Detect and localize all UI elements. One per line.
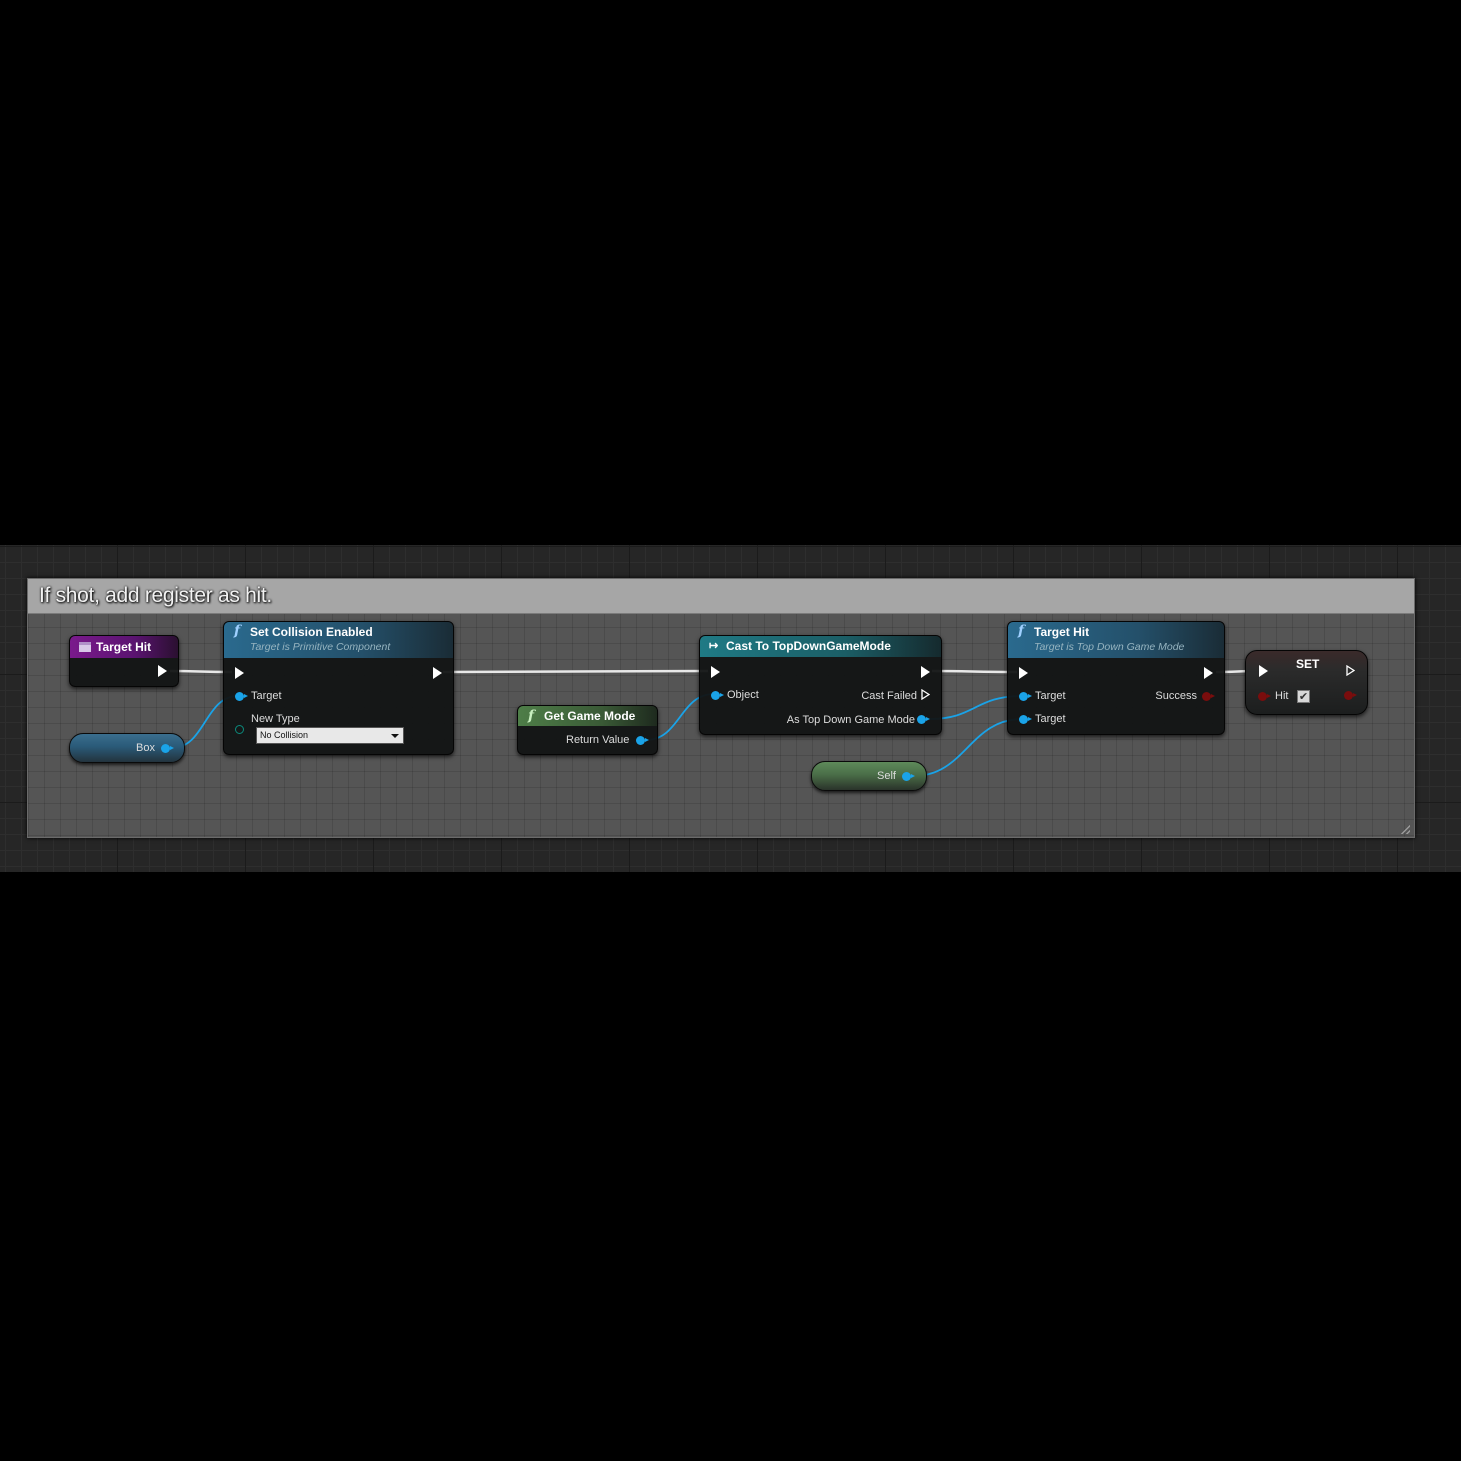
target-pin-label: Target bbox=[251, 690, 282, 702]
new-type-pin-label: New Type bbox=[251, 713, 300, 725]
variable-node-box[interactable]: Box bbox=[69, 733, 185, 763]
cast-node-header: ↦ Cast To TopDownGameMode bbox=[700, 636, 941, 657]
cast-failed-pin[interactable] bbox=[921, 689, 930, 700]
hit-out-pin[interactable] bbox=[1344, 691, 1357, 700]
set-title: SET bbox=[1296, 657, 1320, 671]
exec-out-pin[interactable] bbox=[1204, 667, 1213, 679]
node-title: Set Collision Enabled bbox=[250, 625, 373, 639]
object-pin-label: Object bbox=[727, 689, 759, 701]
function-node-header: f Target Hit Target is Top Down Game Mod… bbox=[1008, 622, 1224, 658]
function-node-header: f Set Collision Enabled Target is Primit… bbox=[224, 622, 453, 658]
as-output-label: As Top Down Game Mode bbox=[786, 714, 915, 726]
success-label: Success bbox=[1155, 690, 1197, 702]
comment-title[interactable]: If shot, add register as hit. bbox=[28, 579, 1414, 614]
node-title: Cast To TopDownGameMode bbox=[726, 639, 891, 653]
event-icon bbox=[79, 642, 91, 652]
exec-out-pin[interactable] bbox=[158, 665, 167, 677]
node-subtitle: Target is Top Down Game Mode bbox=[1034, 641, 1185, 653]
exec-out-pin[interactable] bbox=[433, 667, 442, 679]
as-output-pin[interactable] bbox=[917, 715, 930, 724]
hit-in-pin[interactable] bbox=[1258, 692, 1271, 701]
target-pin-label: Target bbox=[1035, 690, 1066, 702]
function-node-set-collision-enabled[interactable]: f Set Collision Enabled Target is Primit… bbox=[223, 621, 454, 755]
resize-grip-icon[interactable] bbox=[1400, 824, 1410, 834]
exec-in-pin[interactable] bbox=[711, 666, 720, 678]
node-title: Target Hit bbox=[1034, 625, 1090, 639]
exec-out-pin[interactable] bbox=[921, 666, 930, 678]
exec-in-pin[interactable] bbox=[1019, 667, 1028, 679]
cast-node[interactable]: ↦ Cast To TopDownGameMode Object Cast Fa… bbox=[699, 635, 942, 735]
function-node-target-hit[interactable]: f Target Hit Target is Top Down Game Mod… bbox=[1007, 621, 1225, 735]
function-icon: f bbox=[234, 623, 241, 639]
function-icon: f bbox=[528, 708, 535, 724]
return-value-pin[interactable] bbox=[636, 736, 649, 745]
new-type-dropdown[interactable]: No Collision bbox=[256, 727, 404, 744]
function-icon: f bbox=[1018, 623, 1025, 639]
success-pin[interactable] bbox=[1202, 692, 1215, 701]
checkbox-icon[interactable]: ✔ bbox=[1297, 690, 1310, 703]
variable-label: Self bbox=[877, 770, 896, 782]
variable-node-self[interactable]: Self bbox=[811, 761, 927, 791]
variable-label: Box bbox=[136, 742, 155, 754]
cast-failed-label: Cast Failed bbox=[861, 690, 917, 702]
exec-in-pin[interactable] bbox=[235, 667, 244, 679]
target-pin-2-label: Target bbox=[1035, 713, 1066, 725]
exec-in-pin[interactable] bbox=[1259, 665, 1268, 677]
hit-label: Hit bbox=[1275, 690, 1289, 702]
event-node-header: Target Hit bbox=[70, 636, 178, 658]
return-value-label: Return Value bbox=[566, 734, 630, 746]
target-pin[interactable] bbox=[235, 692, 248, 701]
target-pin-2[interactable] bbox=[1019, 715, 1032, 724]
cast-arrow-icon: ↦ bbox=[709, 640, 719, 652]
event-node-target-hit[interactable]: Target Hit bbox=[69, 635, 179, 687]
chevron-down-icon bbox=[391, 734, 399, 738]
node-title: Get Game Mode bbox=[544, 709, 636, 723]
dropdown-value: No Collision bbox=[260, 730, 309, 740]
self-out-pin[interactable] bbox=[902, 772, 915, 781]
target-pin[interactable] bbox=[1019, 692, 1032, 701]
new-type-pin[interactable] bbox=[235, 725, 244, 734]
node-subtitle: Target is Primitive Component bbox=[250, 641, 391, 653]
set-node[interactable]: SET Hit ✔ bbox=[1245, 650, 1368, 715]
pure-node-get-game-mode[interactable]: f Get Game Mode Return Value bbox=[517, 705, 658, 755]
node-title: Target Hit bbox=[96, 640, 152, 654]
object-pin[interactable] bbox=[711, 691, 724, 700]
box-out-pin[interactable] bbox=[161, 744, 174, 753]
pure-node-header: f Get Game Mode bbox=[518, 706, 657, 726]
exec-out-pin[interactable] bbox=[1346, 665, 1355, 676]
